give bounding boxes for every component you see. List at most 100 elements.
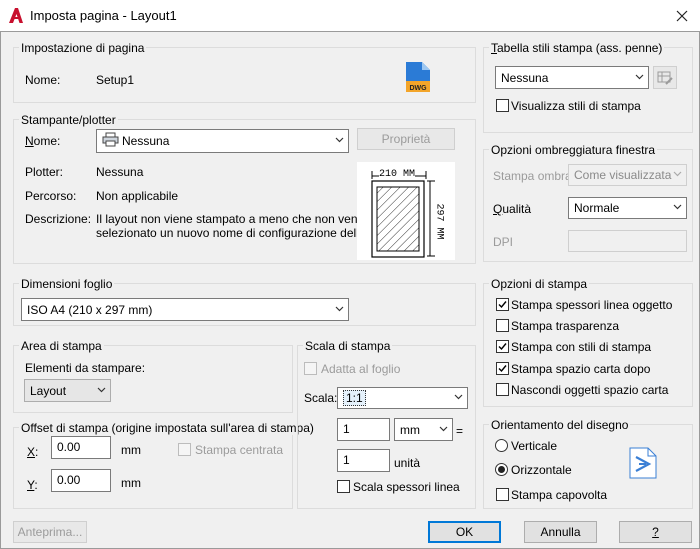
offset-y-input[interactable]: 0.00 — [51, 469, 111, 492]
scale-unit-value: mm — [400, 422, 420, 437]
hide-paperspace-objects-label: Nascondi oggetti spazio carta — [511, 383, 669, 397]
paper-preview: 210 MM 297 MM — [357, 162, 455, 260]
edit-plot-style-button[interactable] — [653, 66, 677, 89]
dwg-icon-text: DWG — [409, 85, 427, 92]
paper-size-title: Dimensioni foglio — [19, 277, 115, 291]
offset-x-unit: mm — [121, 443, 141, 457]
plot-paperspace-last-checkbox[interactable] — [496, 362, 509, 375]
scale-value: 1:1 — [343, 390, 366, 406]
scale-lineweights-checkbox[interactable] — [337, 480, 350, 493]
what-to-plot-label: Elementi da stampare: — [25, 361, 146, 375]
page-setup-title: Impostazione di pagina — [19, 41, 147, 55]
page-setup-name-value: Setup1 — [96, 73, 135, 87]
chevron-down-icon — [335, 137, 344, 143]
upside-down-checkbox[interactable] — [496, 488, 509, 501]
preview-button[interactable]: Anteprima... — [13, 521, 87, 543]
offset-y-label: Y: — [27, 478, 38, 492]
plot-lineweights-label: Stampa spessori linea oggetto — [511, 298, 673, 312]
fit-to-paper-checkbox[interactable] — [304, 362, 317, 375]
scale-value-2-input[interactable]: 1 — [337, 449, 390, 472]
printer-name-value: Nessuna — [122, 134, 170, 148]
help-button[interactable]: ? — [619, 521, 692, 543]
display-plot-styles-label: Visualizza stili di stampa — [511, 99, 641, 113]
what-to-plot-value: Layout — [30, 383, 67, 398]
scale-dropdown[interactable]: 1:1 — [337, 387, 468, 409]
plot-options-title: Opzioni di stampa — [489, 277, 590, 291]
upside-down-label: Stampa capovolta — [511, 488, 608, 502]
chevron-down-icon — [97, 387, 106, 392]
equals-sign: = — [456, 424, 464, 438]
printer-group-title: Stampante/plotter — [19, 113, 118, 127]
orientation-title: Orientamento del disegno — [489, 418, 631, 432]
chevron-down-icon — [635, 74, 644, 79]
description-line-1: Il layout non viene stampato a meno che … — [96, 212, 371, 226]
paper-size-value: ISO A4 (210 x 297 mm) — [27, 302, 153, 317]
title-bar: Imposta pagina - Layout1 — [0, 0, 700, 32]
check-icon — [498, 301, 507, 309]
dpi-label: DPI — [493, 235, 514, 249]
quality-label: Qualità — [493, 202, 532, 216]
table-edit-icon — [657, 71, 673, 85]
scale-units-label: unità — [394, 456, 421, 470]
shaded-viewport-title: Opzioni ombreggiatura finestra — [489, 143, 658, 157]
plot-transparency-label: Stampa trasparenza — [511, 319, 620, 333]
scale-unit-dropdown[interactable]: mm — [394, 418, 453, 441]
ok-button[interactable]: OK — [428, 521, 501, 543]
paper-height-label: 297 MM — [433, 203, 445, 240]
cancel-button[interactable]: Annulla — [524, 521, 597, 543]
plot-area-title: Area di stampa — [19, 339, 104, 353]
printer-properties-button[interactable]: Proprietà — [357, 128, 455, 150]
page-setup-name-label: Nome: — [25, 73, 61, 87]
plot-style-table-title: Tabella stili stampa (ass. penne) — [489, 41, 665, 55]
portrait-radio[interactable] — [495, 439, 508, 452]
window-title: Imposta pagina - Layout1 — [30, 8, 177, 23]
plot-style-table-dropdown[interactable]: Nessuna — [495, 66, 649, 89]
check-icon — [498, 343, 507, 351]
check-icon — [498, 365, 507, 373]
plot-style-table-group — [483, 47, 693, 133]
offset-y-unit: mm — [121, 476, 141, 490]
printer-icon — [102, 132, 119, 150]
chevron-down-icon — [454, 394, 463, 400]
chevron-down-icon — [439, 426, 448, 431]
what-to-plot-dropdown[interactable]: Layout — [24, 379, 111, 402]
plotter-value: Nessuna — [96, 165, 144, 179]
center-plot-checkbox[interactable] — [178, 443, 191, 456]
plot-transparency-checkbox[interactable] — [496, 319, 509, 332]
fit-to-paper-label: Adatta al foglio — [321, 362, 401, 376]
hide-paperspace-objects-checkbox[interactable] — [496, 383, 509, 396]
plot-style-table-value: Nessuna — [501, 70, 549, 85]
scale-lineweights-label: Scala spessori linea — [353, 480, 460, 494]
path-value: Non applicabile — [96, 189, 179, 203]
chevron-down-icon — [673, 204, 682, 210]
printer-name-label: Nome: — [25, 134, 61, 148]
shade-plot-value: Come visualizzata — [574, 168, 672, 182]
chevron-down-icon — [673, 171, 682, 177]
quality-dropdown[interactable]: Normale — [568, 197, 687, 219]
paper-size-dropdown[interactable]: ISO A4 (210 x 297 mm) — [21, 298, 349, 321]
shade-plot-label: Stampa ombra — [493, 169, 572, 183]
dwg-file-icon: DWG — [405, 61, 431, 96]
plot-scale-title: Scala di stampa — [303, 339, 393, 353]
plot-lineweights-checkbox[interactable] — [496, 298, 509, 311]
plot-paperspace-last-label: Stampa spazio carta dopo — [511, 362, 651, 376]
plot-with-styles-checkbox[interactable] — [496, 340, 509, 353]
close-icon[interactable] — [672, 6, 692, 26]
description-label: Descrizione: — [25, 212, 92, 226]
display-plot-styles-checkbox[interactable] — [496, 99, 509, 112]
landscape-radio[interactable] — [495, 463, 508, 476]
chevron-down-icon — [335, 306, 344, 311]
description-line-2: selezionato un nuovo nome di configurazi… — [96, 226, 366, 240]
offset-x-input[interactable]: 0.00 — [51, 436, 111, 459]
offset-x-label: X: — [27, 445, 39, 459]
plotter-label: Plotter: — [25, 165, 64, 179]
scale-value-1-input[interactable]: 1 — [337, 418, 390, 441]
scale-label: Scala: — [304, 391, 338, 405]
shade-plot-dropdown[interactable]: Come visualizzata — [568, 164, 687, 186]
landscape-label: Orizzontale — [511, 463, 572, 477]
dpi-input[interactable] — [568, 230, 687, 252]
center-plot-label: Stampa centrata — [195, 443, 284, 457]
paper-width-label: 210 MM — [379, 169, 416, 180]
printer-name-dropdown[interactable]: Nessuna — [96, 129, 349, 153]
quality-value: Normale — [574, 201, 620, 215]
